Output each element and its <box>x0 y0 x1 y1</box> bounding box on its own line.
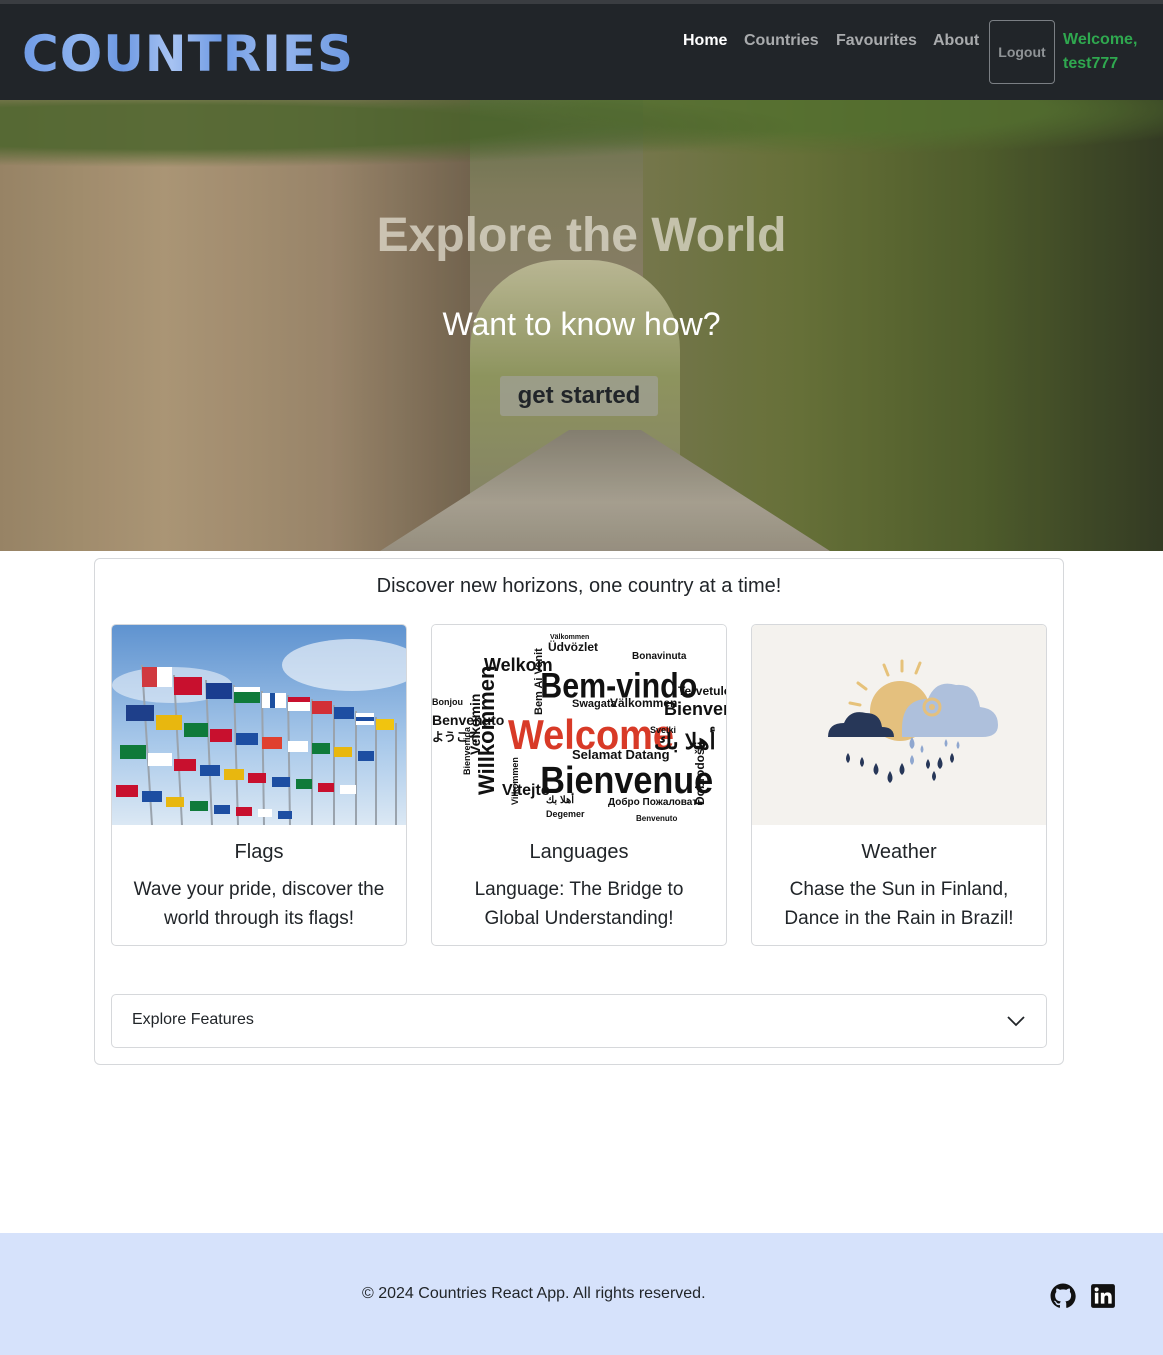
features-card: Discover new horizons, one country at a … <box>94 558 1064 1065</box>
accordion-label: Explore Features <box>132 1011 254 1028</box>
svg-text:Добро Пожаловать: Добро Пожаловать <box>608 796 703 808</box>
github-icon[interactable] <box>1050 1283 1076 1309</box>
svg-text:Dobrodošli: Dobrodošli <box>693 742 707 805</box>
navbar: COUNTRIES Home Countries Favourites Abou… <box>0 0 1163 100</box>
feature-title-weather: Weather <box>861 841 937 863</box>
svg-text:أهلا بك: أهلا بك <box>546 793 574 806</box>
hero-banner: Explore the World Want to know how? get … <box>0 100 1163 551</box>
explore-features-accordion[interactable]: Explore Features <box>111 994 1047 1048</box>
svg-text:Vilkommen: Vilkommen <box>510 757 520 805</box>
feature-title-flags: Flags <box>234 841 284 863</box>
svg-text:Üdvözlet: Üdvözlet <box>548 639 598 654</box>
tagline: Discover new horizons, one country at a … <box>376 575 782 597</box>
get-started-button[interactable]: get started <box>500 376 658 416</box>
hero-subtitle: Want to know how? <box>442 306 721 342</box>
languages-word-cloud-image: Välkommen Üdvözlet Bonavinuta Welkom Bem… <box>432 625 726 825</box>
feature-description-languages: Language: The Bridge to Global Understan… <box>474 879 684 929</box>
nav-link-about[interactable]: About <box>933 32 979 50</box>
feature-description-weather: Chase the Sun in Finland, Dance in the R… <box>784 879 1014 929</box>
logout-button[interactable]: Logout <box>989 20 1055 84</box>
feature-title-languages: Languages <box>529 841 629 863</box>
svg-text:Bonavinuta: Bonavinuta <box>632 651 687 662</box>
svg-text:Bonjou: Bonjou <box>432 697 463 707</box>
linkedin-icon[interactable] <box>1090 1283 1116 1309</box>
feature-card-flags[interactable]: Flags Wave your pride, discover the worl… <box>111 624 407 946</box>
svg-text:Degemer: Degemer <box>546 809 585 819</box>
feature-card-weather[interactable]: Weather Chase the Sun in Finland, Dance … <box>751 624 1047 946</box>
chevron-down-icon[interactable] <box>1006 1009 1026 1033</box>
welcome-message: Welcome, test777 <box>1063 31 1138 72</box>
svg-text:Tervetuloa: Tervetuloa <box>678 684 726 698</box>
nav-link-countries[interactable]: Countries <box>744 32 819 50</box>
svg-text:Bienvenida: Bienvenida <box>462 726 472 775</box>
copyright-text: © 2024 Countries React App. All rights r… <box>362 1285 706 1302</box>
footer: © 2024 Countries React App. All rights r… <box>0 1233 1163 1355</box>
hero-title: Explore the World <box>376 209 787 262</box>
weather-illustration <box>752 625 1046 825</box>
nav-link-favourites[interactable]: Favourites <box>836 32 917 50</box>
brand-logo[interactable]: COUNTRIES <box>22 26 354 82</box>
svg-text:Benvenuto: Benvenuto <box>636 814 677 823</box>
feature-card-languages[interactable]: Välkommen Üdvözlet Bonavinuta Welkom Bem… <box>431 624 727 946</box>
nav-link-home[interactable]: Home <box>683 32 727 50</box>
feature-description-flags: Wave your pride, discover the world thro… <box>133 879 385 929</box>
svg-text:Bem Ai Venit: Bem Ai Venit <box>533 648 545 715</box>
flags-image <box>112 625 406 825</box>
